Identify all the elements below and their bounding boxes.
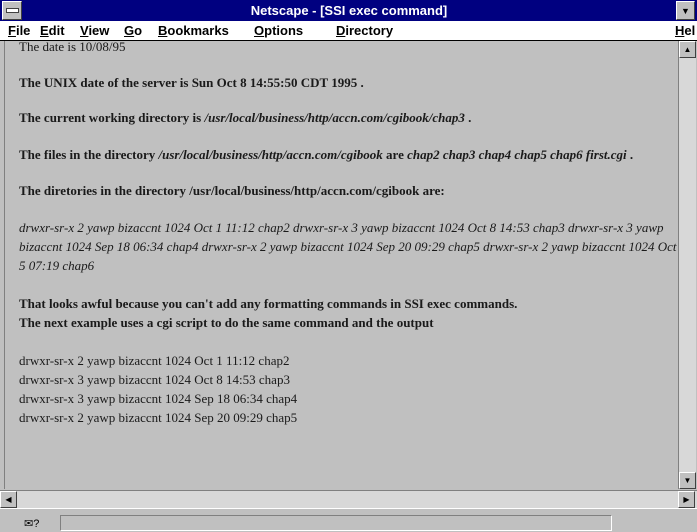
maximize-button[interactable]: ▼ bbox=[676, 1, 695, 20]
window-title: Netscape - [SSI exec command] bbox=[250, 3, 448, 18]
system-menu-icon bbox=[5, 8, 19, 13]
directories-heading: The diretories in the directory /usr/loc… bbox=[19, 183, 445, 198]
system-menu-button[interactable] bbox=[2, 1, 22, 20]
date-line: The date is 10/08/95 bbox=[19, 41, 126, 54]
files-line: The files in the directory /usr/local/bu… bbox=[19, 147, 634, 162]
listing-row: drwxr-sr-x 2 yawp bizaccnt 1024 Sep 20 0… bbox=[19, 410, 298, 425]
listing-row: drwxr-sr-x 3 yawp bizaccnt 1024 Oct 8 14… bbox=[19, 372, 290, 387]
status-bar: ✉? bbox=[0, 508, 697, 532]
menu-directory[interactable]: Directory bbox=[336, 23, 393, 38]
unix-date-line: The UNIX date of the server is Sun Oct 8… bbox=[19, 75, 364, 90]
scroll-right-button[interactable]: ▶ bbox=[678, 491, 695, 508]
page-content[interactable]: The date is 10/08/95 The UNIX date of th… bbox=[4, 41, 678, 489]
status-message-field bbox=[60, 515, 612, 531]
vertical-scrollbar[interactable]: ▲ ▼ bbox=[678, 41, 696, 489]
scroll-up-button[interactable]: ▲ bbox=[679, 41, 696, 58]
listing-row: drwxr-sr-x 2 yawp bizaccnt 1024 Oct 1 11… bbox=[19, 353, 290, 368]
menu-bookmarks[interactable]: Bookmarks bbox=[158, 23, 229, 38]
menu-edit[interactable]: Edit bbox=[40, 23, 65, 38]
directories-listing-raw: drwxr-sr-x 2 yawp bizaccnt 1024 Oct 1 11… bbox=[19, 220, 677, 273]
menu-bar: File Edit View Go Bookmarks Options Dire… bbox=[0, 21, 697, 41]
scroll-down-button[interactable]: ▼ bbox=[679, 472, 696, 489]
listing-row: drwxr-sr-x 3 yawp bizaccnt 1024 Sep 18 0… bbox=[19, 391, 298, 406]
menu-view[interactable]: View bbox=[80, 23, 109, 38]
cwd-line: The current working directory is /usr/lo… bbox=[19, 110, 472, 125]
horizontal-scrollbar[interactable]: ◀ ▶ bbox=[0, 490, 697, 508]
menu-go[interactable]: Go bbox=[124, 23, 142, 38]
title-bar[interactable]: Netscape - [SSI exec command] ▼ bbox=[0, 0, 697, 21]
menu-file[interactable]: File bbox=[8, 23, 30, 38]
mail-icon[interactable]: ✉? bbox=[24, 517, 54, 532]
menu-help[interactable]: Hel bbox=[675, 23, 695, 38]
scroll-left-button[interactable]: ◀ bbox=[0, 491, 17, 508]
directory-listing: drwxr-sr-x 2 yawp bizaccnt 1024 Oct 1 11… bbox=[19, 351, 678, 427]
note-paragraph: That looks awful because you can't add a… bbox=[19, 296, 518, 330]
menu-options[interactable]: Options bbox=[254, 23, 303, 38]
